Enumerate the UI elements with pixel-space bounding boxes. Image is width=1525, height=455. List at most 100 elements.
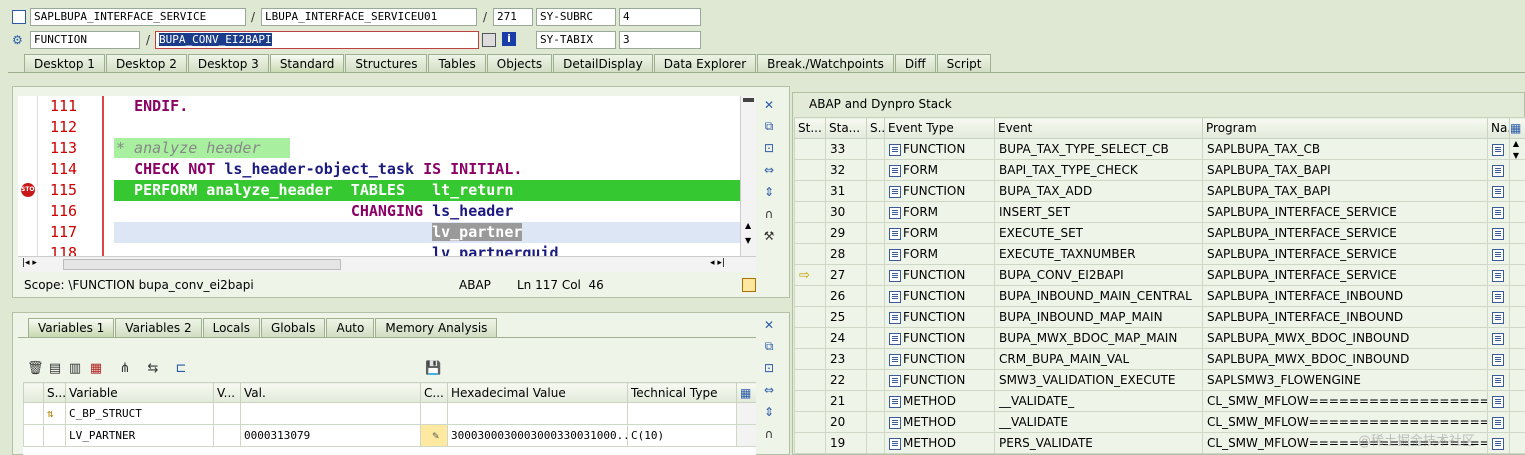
code-hscrollbar[interactable]: |◂ ▸ ◂ ▸|: [18, 256, 756, 272]
col-event-type[interactable]: Event Type: [884, 117, 995, 139]
navigate-icon[interactable]: [1492, 290, 1504, 303]
program-name[interactable]: SAPLBUPA_MWX_BDOC_INBOUND: [1202, 327, 1488, 349]
tab-script[interactable]: Script: [936, 54, 992, 73]
program-name[interactable]: SAPLSMW3_FLOWENGINE: [1202, 369, 1488, 391]
navigate-icon-cell[interactable]: [1487, 327, 1510, 349]
event-name[interactable]: BUPA_TAX_ADD: [994, 180, 1203, 202]
stack-level[interactable]: 26: [825, 285, 867, 307]
save-icon[interactable]: 💾: [425, 361, 441, 377]
close-icon[interactable]: ✕: [761, 317, 777, 333]
navigate-icon-cell[interactable]: [1487, 243, 1510, 265]
program-name[interactable]: SAPLBUPA_TAX_CB: [1202, 138, 1488, 160]
new-window-icon[interactable]: ⧉: [761, 338, 777, 354]
program-name[interactable]: SAPLBUPA_INTERFACE_SERVICE: [1202, 264, 1488, 286]
code-line[interactable]: lv_partner: [116, 222, 523, 243]
table-row[interactable]: 32 FORM BAPI_TAX_TYPE_CHECK SAPLBUPA_TAX_BA…: [794, 159, 1525, 181]
tab-break-watchpoints[interactable]: Break./Watchpoints: [757, 54, 894, 73]
event-type-cell[interactable]: FUNCTION: [884, 180, 995, 202]
code-vscrollbar[interactable]: ▲ ▼: [740, 96, 756, 256]
export-icon[interactable]: ⇆: [145, 361, 161, 377]
stack-level[interactable]: 23: [825, 348, 867, 370]
close-icon[interactable]: ✕: [761, 97, 777, 113]
variable-value[interactable]: 0000313079: [240, 424, 421, 447]
swap-vertical-icon[interactable]: ⇕: [761, 404, 777, 420]
variable-name[interactable]: C_BP_STRUCT: [65, 402, 214, 425]
table-row[interactable]: 22 FUNCTION SMW3_VALIDATION_EXECUTE SAPLSMW…: [794, 369, 1525, 391]
code-line[interactable]: PERFORM analyze_header TABLES lt_return: [116, 180, 513, 201]
program-name[interactable]: SAPLBUPA_INTERFACE_SERVICE: [1202, 222, 1488, 244]
event-name[interactable]: INSERT_SET: [994, 201, 1203, 223]
hierarchy-icon[interactable]: ⋔: [117, 361, 133, 377]
event-type-cell[interactable]: FUNCTION: [884, 327, 995, 349]
navigate-icon[interactable]: [1492, 416, 1504, 429]
table-row[interactable]: 31 FUNCTION BUPA_TAX_ADD SAPLBUPA_TAX_BAPI: [794, 180, 1525, 202]
stack-level[interactable]: 31: [825, 180, 867, 202]
event-type-cell[interactable]: FORM: [884, 222, 995, 244]
event-name[interactable]: BAPI_TAX_TYPE_CHECK: [994, 159, 1203, 181]
col-variable[interactable]: Variable: [65, 382, 214, 403]
tools-icon[interactable]: ⚒: [761, 228, 777, 244]
navigate-icon[interactable]: [1492, 206, 1504, 219]
navigate-icon[interactable]: [1492, 332, 1504, 345]
event-name[interactable]: CRM_BUPA_MAIN_VAL: [994, 348, 1203, 370]
name-field[interactable]: BUPA_CONV_EI2BAPI: [155, 31, 479, 49]
col-hex[interactable]: Hexadecimal Value: [447, 382, 628, 403]
col-value[interactable]: Val.: [240, 382, 421, 403]
col-na[interactable]: Na...: [1487, 117, 1510, 139]
navigate-icon[interactable]: [1492, 395, 1504, 408]
program-name[interactable]: CL_SMW_MFLOW===================CP: [1202, 390, 1488, 412]
row-selector[interactable]: [23, 424, 44, 447]
navigate-icon-cell[interactable]: [1487, 306, 1510, 328]
tab-data-explorer[interactable]: Data Explorer: [653, 54, 757, 73]
col-change[interactable]: C...: [420, 382, 448, 403]
code-line[interactable]: CHECK NOT ls_header-object_task IS INITI…: [116, 159, 522, 180]
event-name[interactable]: BUPA_TAX_TYPE_SELECT_CB: [994, 138, 1203, 160]
tab-variables-1[interactable]: Variables 1: [28, 318, 115, 337]
tab-standard[interactable]: Standard: [269, 54, 345, 73]
event-name[interactable]: BUPA_MWX_BDOC_MAP_MAIN: [994, 327, 1203, 349]
headphones-icon[interactable]: ∩: [761, 206, 777, 222]
navigate-icon-cell[interactable]: [1487, 432, 1510, 454]
table-row[interactable]: 25 FUNCTION BUPA_INBOUND_MAP_MAIN SAPLBUPA_…: [794, 306, 1525, 328]
tab-desktop-1[interactable]: Desktop 1: [24, 54, 105, 73]
event-type-cell[interactable]: METHOD: [884, 432, 995, 454]
event-type-cell[interactable]: METHOD: [884, 390, 995, 412]
swap-icon[interactable]: ⇔: [761, 382, 777, 398]
table-row[interactable]: 23 FUNCTION CRM_BUPA_MAIN_VAL SAPLBUPA_MWX_…: [794, 348, 1525, 370]
include-field[interactable]: LBUPA_INTERFACE_SERVICEU01: [261, 8, 477, 26]
tab-diff[interactable]: Diff: [894, 54, 936, 73]
tab-detaildisplay[interactable]: DetailDisplay: [553, 54, 653, 73]
stack-level[interactable]: 33: [825, 138, 867, 160]
sysvar1-value-field[interactable]: 4: [619, 8, 701, 26]
row-selector[interactable]: [23, 402, 44, 425]
tab-memory-analysis[interactable]: Memory Analysis: [375, 318, 498, 337]
maximize-icon[interactable]: ⊡: [761, 140, 777, 156]
navigate-icon-cell[interactable]: [1487, 285, 1510, 307]
source-editor[interactable]: 111 112 113 114 115 116 117 118 ENDIF. * analyze…: [18, 96, 740, 256]
navigate-icon-cell[interactable]: [1487, 390, 1510, 412]
event-type-cell[interactable]: FUNCTION: [884, 306, 995, 328]
col-status[interactable]: S...: [43, 382, 66, 403]
column-settings-icon[interactable]: ▦: [736, 382, 756, 403]
stack-level[interactable]: 21: [825, 390, 867, 412]
sysvar2-name-field[interactable]: SY-TABIX: [536, 31, 616, 49]
navigate-icon-cell[interactable]: [1487, 411, 1510, 433]
table-row[interactable]: 21 METHOD __VALIDATE_ CL_SMW_MFLOW=========…: [794, 390, 1525, 412]
tab-auto[interactable]: Auto: [326, 318, 375, 337]
event-type-cell[interactable]: FORM: [884, 159, 995, 181]
program-name[interactable]: SAPLBUPA_INTERFACE_SERVICE: [1202, 243, 1488, 265]
event-type-cell[interactable]: FORM: [884, 243, 995, 265]
program-name[interactable]: SAPLBUPA_TAX_BAPI: [1202, 180, 1488, 202]
navigate-icon[interactable]: [1492, 437, 1504, 450]
event-name[interactable]: EXECUTE_SET: [994, 222, 1203, 244]
breakpoint-gutter[interactable]: [18, 96, 38, 256]
navigate-icon-cell[interactable]: [1487, 369, 1510, 391]
display-object-icon[interactable]: [482, 33, 496, 47]
info-icon[interactable]: i: [502, 32, 516, 46]
event-type-cell[interactable]: FUNCTION: [884, 264, 995, 286]
navigate-icon[interactable]: [1492, 269, 1504, 282]
event-type-cell[interactable]: FUNCTION: [884, 348, 995, 370]
variable-value[interactable]: [240, 402, 421, 425]
event-type-cell[interactable]: METHOD: [884, 411, 995, 433]
event-name[interactable]: EXECUTE_TAXNUMBER: [994, 243, 1203, 265]
